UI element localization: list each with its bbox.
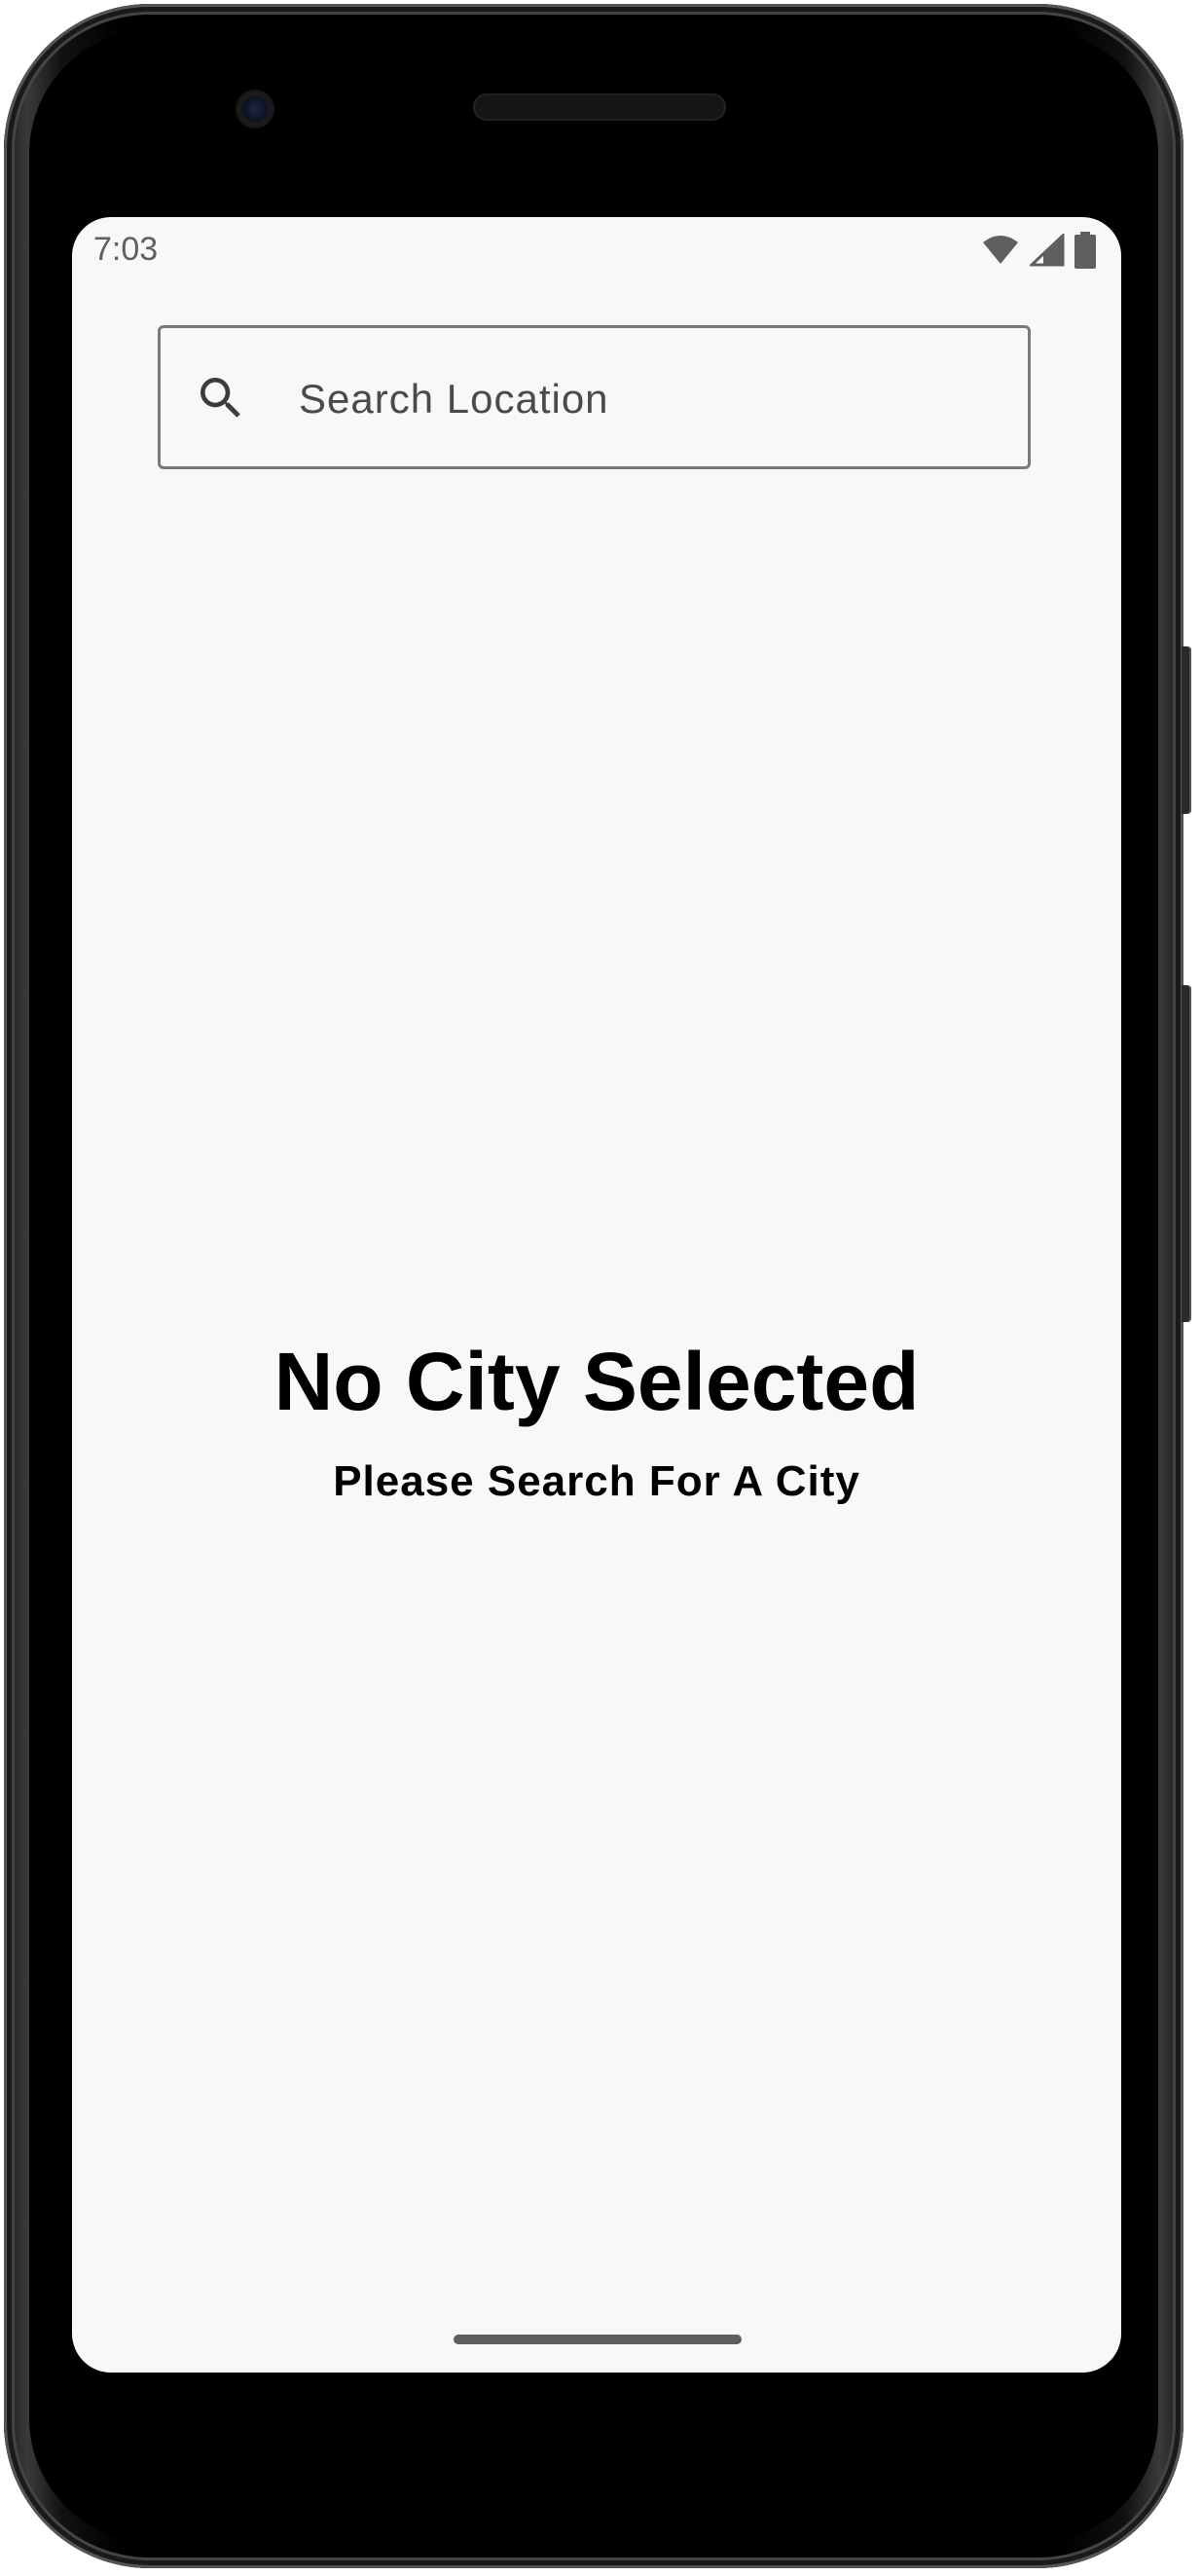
status-icons [981,231,1096,270]
search-icon[interactable] [194,371,248,425]
empty-state-subtitle: Please Search For A City [333,1457,860,1505]
phone-frame: 7:03 No City Selected [4,4,1191,2568]
search-input[interactable] [297,357,1002,441]
wifi-icon [983,236,1018,264]
volume-button [1182,985,1191,1322]
search-field[interactable] [158,325,1031,469]
earpiece-speaker [473,93,726,121]
status-bar: 7:03 [72,217,1121,285]
cellular-signal-icon [1030,234,1065,267]
battery-icon [1075,232,1096,269]
app-screen: 7:03 No City Selected [72,217,1121,2373]
home-indicator[interactable] [454,2335,742,2344]
empty-state-title: No City Selected [273,1336,920,1427]
front-camera [236,90,274,129]
power-button [1182,646,1191,814]
status-time: 7:03 [93,231,159,268]
